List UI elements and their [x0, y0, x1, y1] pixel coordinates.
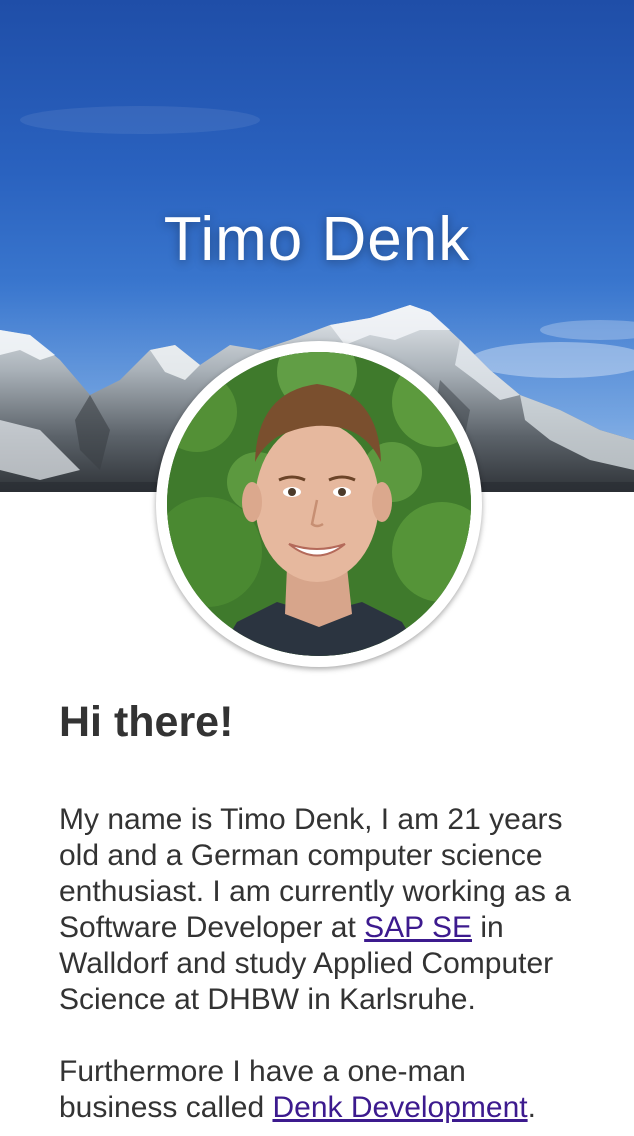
- page: Timo Denk Hi there! My name is Timo Denk…: [0, 0, 634, 1136]
- business-paragraph: Furthermore I have a one-man business ca…: [59, 1054, 579, 1126]
- intro-section: Hi there! My name is Timo Denk, I am 21 …: [59, 694, 579, 1126]
- sap-link[interactable]: SAP SE: [364, 911, 472, 944]
- denk-development-link[interactable]: Denk Development: [272, 1091, 527, 1124]
- avatar: [167, 352, 471, 656]
- avatar-frame: [156, 341, 482, 667]
- site-title: Timo Denk: [163, 205, 471, 274]
- intro-paragraph: My name is Timo Denk, I am 21 years old …: [59, 802, 579, 1018]
- business-text-end: .: [527, 1091, 536, 1124]
- portrait-photo: [167, 352, 471, 656]
- greeting-heading: Hi there!: [59, 698, 234, 746]
